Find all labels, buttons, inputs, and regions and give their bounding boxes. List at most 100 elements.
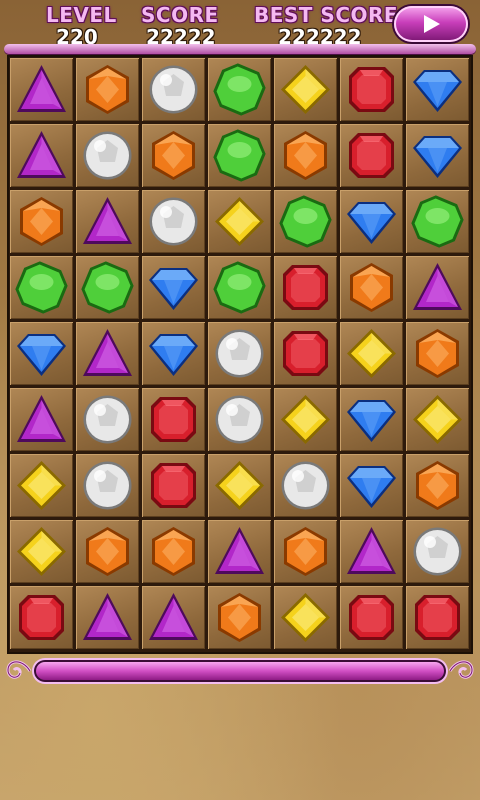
- board-cell[interactable]: [10, 520, 73, 583]
- board-cell[interactable]: [76, 322, 139, 385]
- board-cell[interactable]: [340, 388, 403, 451]
- level-progress-fill: [36, 662, 444, 680]
- board-cell[interactable]: [76, 520, 139, 583]
- board-cell[interactable]: [142, 388, 205, 451]
- orange-gem-icon: [152, 527, 195, 576]
- yellow-gem-icon: [215, 197, 264, 246]
- board-cell[interactable]: [142, 520, 205, 583]
- board-cell[interactable]: [10, 322, 73, 385]
- board-cell[interactable]: [76, 190, 139, 253]
- board-cell[interactable]: [10, 58, 73, 121]
- green-gem-icon: [213, 261, 266, 314]
- board-cell[interactable]: [208, 388, 271, 451]
- green-gem-icon: [15, 261, 68, 314]
- orange-gem-icon: [218, 593, 261, 642]
- board-cell[interactable]: [208, 586, 271, 649]
- board-cell[interactable]: [208, 256, 271, 319]
- purple-gem-icon: [83, 197, 132, 244]
- orange-gem-icon: [416, 329, 459, 378]
- green-gem-icon: [411, 195, 464, 248]
- board-cell[interactable]: [10, 454, 73, 517]
- board-cell[interactable]: [340, 124, 403, 187]
- green-gem-icon: [81, 261, 134, 314]
- board-cell[interactable]: [340, 586, 403, 649]
- blue-gem-icon: [17, 334, 66, 376]
- board-cell[interactable]: [142, 58, 205, 121]
- board-cell[interactable]: [208, 520, 271, 583]
- board-cell[interactable]: [10, 190, 73, 253]
- board-cell[interactable]: [10, 388, 73, 451]
- level-label: LEVEL: [46, 3, 117, 27]
- board-cell[interactable]: [406, 388, 469, 451]
- game-board[interactable]: [9, 57, 471, 652]
- board-cell[interactable]: [274, 322, 337, 385]
- yellow-gem-icon: [281, 593, 330, 642]
- white-gem-icon: [83, 131, 132, 180]
- orange-gem-icon: [416, 461, 459, 510]
- board-cell[interactable]: [142, 586, 205, 649]
- board-cell[interactable]: [142, 124, 205, 187]
- white-gem-icon: [215, 395, 264, 444]
- white-gem-icon: [215, 329, 264, 378]
- board-cell[interactable]: [10, 586, 73, 649]
- level-progress-bar: [34, 660, 446, 682]
- score-label: SCORE: [141, 3, 219, 27]
- yellow-gem-icon: [17, 461, 66, 510]
- board-cell[interactable]: [406, 322, 469, 385]
- board-cell[interactable]: [208, 322, 271, 385]
- board-cell[interactable]: [274, 388, 337, 451]
- board-cell[interactable]: [76, 124, 139, 187]
- purple-gem-icon: [149, 593, 198, 640]
- purple-gem-icon: [347, 527, 396, 574]
- white-gem-icon: [281, 461, 330, 510]
- board-cell[interactable]: [10, 256, 73, 319]
- board-cell[interactable]: [208, 454, 271, 517]
- yellow-gem-icon: [215, 461, 264, 510]
- board-cell[interactable]: [76, 586, 139, 649]
- board-cell[interactable]: [142, 190, 205, 253]
- board-cell[interactable]: [406, 58, 469, 121]
- board-cell[interactable]: [340, 454, 403, 517]
- board-cell[interactable]: [340, 190, 403, 253]
- board-cell[interactable]: [406, 124, 469, 187]
- play-button[interactable]: [394, 6, 468, 42]
- board-cell[interactable]: [274, 454, 337, 517]
- board-cell[interactable]: [76, 388, 139, 451]
- board-cell[interactable]: [274, 586, 337, 649]
- board-cell[interactable]: [406, 454, 469, 517]
- board-cell[interactable]: [274, 256, 337, 319]
- board-cell[interactable]: [406, 520, 469, 583]
- board-cell[interactable]: [76, 58, 139, 121]
- orange-gem-icon: [284, 131, 327, 180]
- red-gem-icon: [283, 265, 328, 310]
- board-cell[interactable]: [274, 124, 337, 187]
- board-cell[interactable]: [340, 520, 403, 583]
- blue-gem-icon: [149, 334, 198, 376]
- yellow-gem-icon: [347, 329, 396, 378]
- board-cell[interactable]: [406, 256, 469, 319]
- board-cell[interactable]: [76, 454, 139, 517]
- board-cell[interactable]: [274, 520, 337, 583]
- board-cell[interactable]: [208, 190, 271, 253]
- board-cell[interactable]: [406, 586, 469, 649]
- board-cell[interactable]: [340, 322, 403, 385]
- board-cell[interactable]: [142, 322, 205, 385]
- board-cell[interactable]: [274, 190, 337, 253]
- orange-gem-icon: [20, 197, 63, 246]
- board-cell[interactable]: [208, 124, 271, 187]
- purple-gem-icon: [83, 593, 132, 640]
- board-cell[interactable]: [142, 454, 205, 517]
- red-gem-icon: [415, 595, 460, 640]
- board-cell[interactable]: [340, 58, 403, 121]
- board-cell[interactable]: [142, 256, 205, 319]
- board-cell[interactable]: [406, 190, 469, 253]
- red-gem-icon: [349, 67, 394, 112]
- red-gem-icon: [349, 595, 394, 640]
- yellow-gem-icon: [281, 65, 330, 114]
- board-cell[interactable]: [76, 256, 139, 319]
- yellow-gem-icon: [281, 395, 330, 444]
- board-cell[interactable]: [274, 58, 337, 121]
- board-cell[interactable]: [10, 124, 73, 187]
- board-cell[interactable]: [208, 58, 271, 121]
- board-cell[interactable]: [340, 256, 403, 319]
